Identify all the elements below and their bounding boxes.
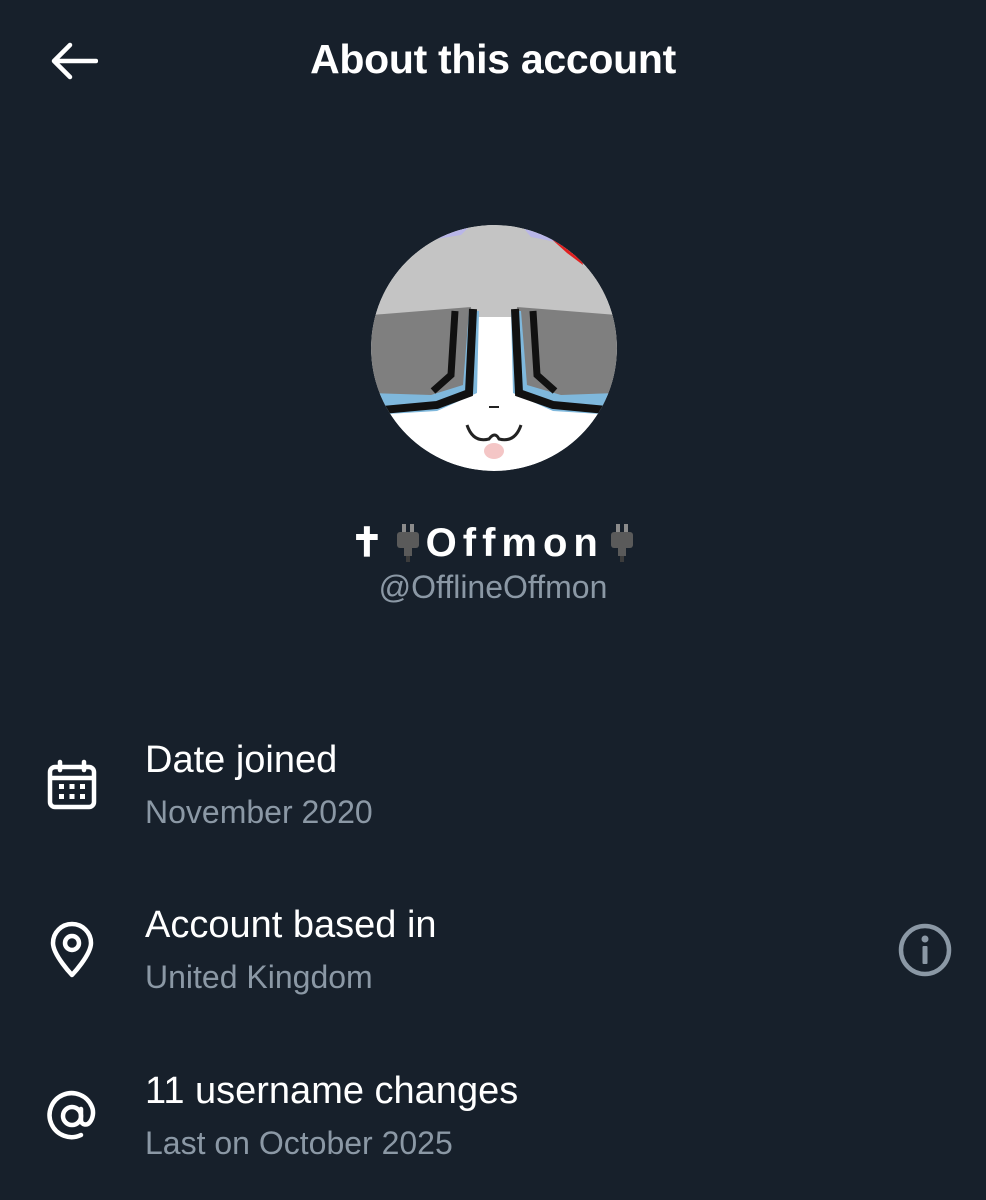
at-icon-wrap <box>42 1086 102 1146</box>
info-button[interactable] <box>896 921 954 979</box>
row-title: Account based in <box>145 904 437 946</box>
date-joined-row: Date joined November 2020 <box>0 735 986 845</box>
about-account-screen: About this account ✝ Offmon @OfflineOffm… <box>0 0 986 1200</box>
calendar-icon-wrap <box>42 755 102 815</box>
account-based-in-row: Account based in United Kingdom <box>0 900 986 1010</box>
electric-plug-icon <box>610 524 633 562</box>
location-pin-icon <box>50 921 94 978</box>
avatar-image <box>371 225 617 471</box>
avatar[interactable] <box>371 225 617 471</box>
info-icon <box>898 923 952 977</box>
display-name: ✝ Offmon <box>0 520 986 566</box>
row-subtitle: United Kingdom <box>145 959 373 995</box>
row-subtitle: Last on October 2025 <box>145 1125 453 1161</box>
page-title: About this account <box>310 36 676 82</box>
electric-plug-icon <box>396 524 419 562</box>
header: About this account <box>0 0 986 122</box>
calendar-icon <box>47 759 97 810</box>
cross-symbol: ✝ <box>350 521 390 565</box>
display-name-text: Offmon <box>425 520 604 565</box>
row-subtitle: November 2020 <box>145 794 373 830</box>
username-changes-row: 11 username changes Last on October 2025 <box>0 1066 986 1176</box>
row-title: 11 username changes <box>145 1070 519 1112</box>
location-icon-wrap <box>42 920 102 980</box>
row-title: Date joined <box>145 739 338 781</box>
at-sign-icon <box>47 1090 96 1140</box>
username-handle: @OfflineOffmon <box>378 569 608 605</box>
